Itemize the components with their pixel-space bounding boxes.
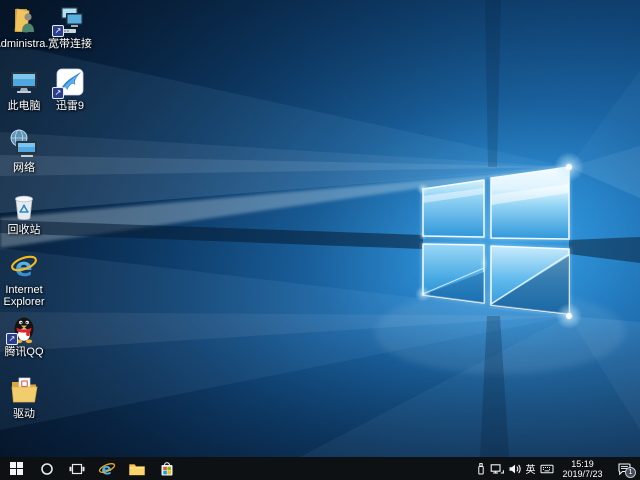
desktop-icon-recycle-bin[interactable]: 回收站 bbox=[0, 190, 56, 236]
recycle-bin-icon bbox=[8, 190, 40, 222]
action-center-badge: 1 bbox=[625, 467, 636, 478]
action-center-button[interactable]: 1 bbox=[611, 457, 637, 480]
desktop-icon-thunder9[interactable]: ↗ 迅雷9 bbox=[38, 66, 102, 112]
windows-logo-icon bbox=[10, 462, 23, 475]
usb-device-icon bbox=[474, 462, 488, 476]
ie-icon: e bbox=[98, 460, 116, 478]
touch-keyboard-icon bbox=[540, 462, 554, 476]
computer-icon bbox=[8, 66, 40, 98]
desktop-icon-drivers[interactable]: 驱动 bbox=[0, 374, 56, 420]
start-button[interactable] bbox=[0, 457, 32, 480]
microsoft-store-icon bbox=[159, 461, 175, 477]
task-view-icon bbox=[69, 462, 85, 476]
taskbar-store-button[interactable] bbox=[152, 457, 182, 480]
icon-label: 腾讯QQ bbox=[4, 346, 43, 358]
icon-label: 此电脑 bbox=[8, 100, 41, 112]
shortcut-arrow-badge: ↗ bbox=[52, 87, 64, 99]
icon-label: Internet Explorer bbox=[0, 284, 56, 308]
icon-label: 迅雷9 bbox=[56, 100, 84, 112]
taskbar-ie-button[interactable]: e bbox=[92, 457, 122, 480]
desktop-icon-broadband[interactable]: ↗ 宽带连接 bbox=[38, 4, 102, 50]
ime-language-indicator[interactable]: 英 bbox=[523, 461, 538, 476]
tray-clock[interactable]: 15:19 2019/7/23 bbox=[558, 459, 607, 479]
icon-label: 驱动 bbox=[13, 408, 35, 420]
windows-desktop: Administra... ↗ 宽带连接 bbox=[0, 0, 640, 480]
icon-label: 网络 bbox=[13, 162, 35, 174]
ime-keyboard-icon[interactable] bbox=[538, 457, 555, 480]
drivers-folder-icon bbox=[8, 374, 40, 406]
shortcut-arrow-badge: ↗ bbox=[6, 333, 18, 345]
task-view-button[interactable] bbox=[62, 457, 92, 480]
network-tray-icon[interactable] bbox=[489, 457, 506, 480]
desktop-icon-network[interactable]: 网络 bbox=[0, 128, 56, 174]
desktop-icon-qq[interactable]: ↗ 腾讯QQ bbox=[0, 312, 56, 358]
network-globe-icon bbox=[8, 128, 40, 160]
speaker-icon bbox=[508, 462, 522, 476]
taskbar-file-explorer-button[interactable] bbox=[122, 457, 152, 480]
icon-label: 宽带连接 bbox=[48, 38, 92, 50]
wired-network-icon bbox=[490, 462, 505, 476]
shortcut-arrow-badge: ↗ bbox=[52, 25, 64, 37]
desktop-icon-grid: Administra... ↗ 宽带连接 bbox=[0, 0, 640, 457]
clock-time: 15:19 bbox=[558, 459, 607, 469]
user-folder-icon bbox=[8, 4, 40, 36]
clock-date: 2019/7/23 bbox=[558, 469, 607, 479]
desktop-icon-internet-explorer[interactable]: e Internet Explorer bbox=[0, 250, 56, 308]
usb-tray-icon[interactable] bbox=[472, 457, 489, 480]
volume-tray-icon[interactable] bbox=[506, 457, 523, 480]
cortana-circle-icon bbox=[40, 462, 54, 476]
ie-logo-icon: e bbox=[8, 250, 40, 282]
search-button[interactable] bbox=[32, 457, 62, 480]
taskbar: e bbox=[0, 457, 640, 480]
system-tray: 英 15:19 2019/7/23 bbox=[472, 457, 640, 480]
icon-label: 回收站 bbox=[8, 224, 41, 236]
folder-icon bbox=[129, 462, 145, 476]
svg-text:e: e bbox=[102, 460, 112, 478]
